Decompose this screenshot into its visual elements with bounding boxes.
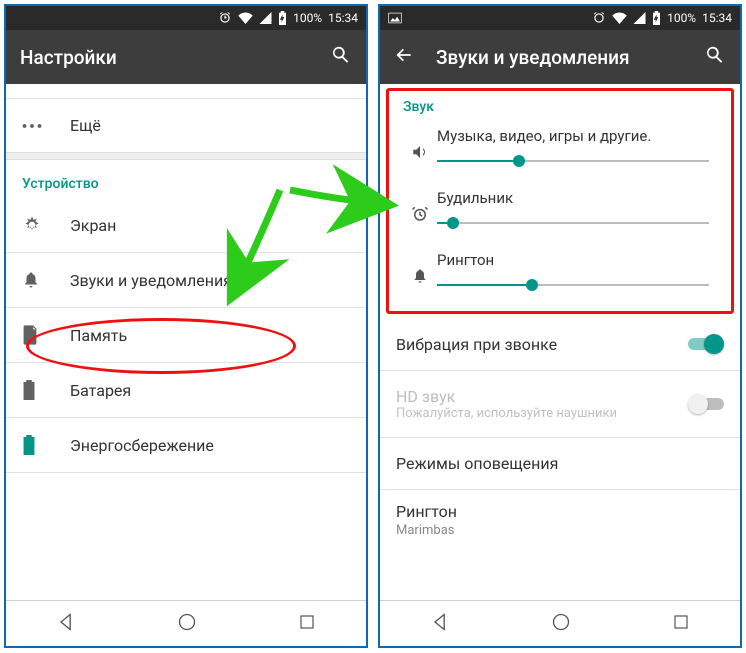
slider-ring-row: Рингтон: [395, 245, 725, 307]
section-device: Устройство: [6, 160, 366, 198]
alarm-icon: [592, 11, 606, 25]
app-bar: Настройки: [6, 30, 366, 84]
battery-row-icon: [22, 380, 70, 400]
row-battery[interactable]: Батарея: [6, 363, 366, 417]
bell-row-icon: [403, 251, 437, 285]
more-icon: [22, 123, 70, 129]
nav-home-icon[interactable]: [551, 612, 571, 636]
battery-percent: 100%: [667, 11, 696, 25]
signal-icon: [259, 12, 272, 24]
vibrate-label: Вибрация при звонке: [396, 335, 688, 354]
section-sound: Звук: [395, 97, 725, 121]
speaker-icon: [403, 127, 437, 161]
nav-bar: [380, 600, 740, 646]
alert-modes-label: Режимы оповещения: [396, 454, 724, 473]
clock: 15:34: [702, 11, 732, 25]
app-bar: Звуки и уведомления: [380, 30, 740, 84]
slider-alarm-row: Будильник: [395, 183, 725, 245]
slider-media-row: Музыка, видео, игры и другие.: [395, 121, 725, 183]
nav-back-icon[interactable]: [430, 612, 450, 636]
nav-recent-icon[interactable]: [672, 613, 690, 635]
row-alert-modes[interactable]: Режимы оповещения: [380, 438, 740, 489]
screenshot-icon: [388, 12, 402, 24]
wifi-icon: [238, 12, 253, 24]
nav-back-icon[interactable]: [56, 612, 76, 636]
content: Ещё Устройство Экран Звуки и уведомления…: [6, 84, 366, 473]
battery-label: Батарея: [70, 381, 131, 400]
battery-icon: [278, 11, 287, 25]
alarm-row-icon: [403, 189, 437, 223]
nav-recent-icon[interactable]: [298, 613, 316, 635]
hd-label: HD звук: [396, 387, 688, 406]
content: Звук Музыка, видео, игры и другие. Будил…: [380, 88, 740, 552]
display-label: Экран: [70, 216, 116, 235]
slider-media[interactable]: [437, 153, 709, 169]
status-bar: 100% 15:34: [380, 6, 740, 30]
wifi-icon: [612, 12, 627, 24]
more-label: Ещё: [70, 116, 101, 135]
status-bar: 100% 15:34: [6, 6, 366, 30]
row-ringtone[interactable]: Рингтон Marimbas: [380, 490, 740, 552]
row-sound[interactable]: Звуки и уведомления: [6, 253, 366, 307]
bell-icon: [22, 270, 70, 290]
row-hd: HD звук Пожалуйста, используйте наушники: [380, 371, 740, 437]
nav-bar: [6, 600, 366, 646]
phone-right: 100% 15:34 Звуки и уведомления Звук Музы…: [378, 4, 742, 648]
sound-label: Звуки и уведомления: [70, 271, 232, 290]
slider-alarm[interactable]: [437, 215, 709, 231]
storage-icon: [22, 325, 70, 345]
truncated-row: [22, 84, 350, 98]
slider-ring[interactable]: [437, 277, 709, 293]
battery-percent: 100%: [293, 11, 322, 25]
page-title: Настройки: [20, 46, 330, 69]
search-icon[interactable]: [704, 44, 726, 70]
phone-left: 100% 15:34 Настройки Ещё Устройство Экра…: [4, 4, 368, 648]
powersave-icon: [22, 435, 70, 455]
nav-home-icon[interactable]: [177, 612, 197, 636]
page-title: Звуки и уведомления: [436, 46, 704, 69]
storage-label: Память: [70, 326, 127, 345]
ringtone-label: Рингтон: [396, 502, 724, 521]
brightness-icon: [22, 215, 70, 235]
slider-media-label: Музыка, видео, игры и другие.: [437, 127, 709, 145]
row-storage[interactable]: Память: [6, 308, 366, 362]
row-display[interactable]: Экран: [6, 198, 366, 252]
row-vibrate[interactable]: Вибрация при звонке: [380, 318, 740, 370]
slider-alarm-label: Будильник: [437, 189, 709, 207]
clock: 15:34: [328, 11, 358, 25]
row-more[interactable]: Ещё: [6, 99, 366, 152]
signal-icon: [633, 12, 646, 24]
hd-switch: [688, 394, 724, 414]
search-icon[interactable]: [330, 44, 352, 70]
slider-ring-label: Рингтон: [437, 251, 709, 269]
back-icon[interactable]: [394, 45, 414, 69]
annotation-redbox: Звук Музыка, видео, игры и другие. Будил…: [386, 88, 734, 314]
powersave-label: Энергосбережение: [70, 436, 214, 455]
battery-icon: [652, 11, 661, 25]
hd-sub: Пожалуйста, используйте наушники: [396, 406, 688, 421]
ringtone-value: Marimbas: [396, 523, 724, 538]
row-powersave[interactable]: Энергосбережение: [6, 418, 366, 472]
vibrate-switch[interactable]: [688, 334, 724, 354]
alarm-icon: [218, 11, 232, 25]
